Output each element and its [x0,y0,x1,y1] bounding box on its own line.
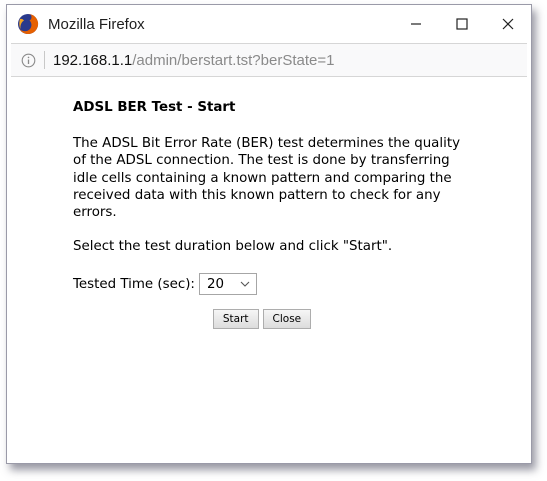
minimize-icon [411,23,421,25]
info-icon[interactable] [21,53,36,68]
minimize-button[interactable] [393,5,439,43]
action-buttons: Start Close [73,309,451,330]
start-button[interactable]: Start [212,309,259,330]
url-bar[interactable]: 192.168.1.1 /admin/berstart.tst?berState… [11,43,527,77]
url-host: 192.168.1.1 [53,51,133,69]
chevron-down-icon [240,282,250,288]
page-title: ADSL BER Test - Start [73,100,236,115]
browser-popup-window: Mozilla Firefox 192.168.1.1 /admin/berst… [6,4,532,464]
close-button[interactable] [485,5,531,43]
maximize-button[interactable] [439,5,485,43]
tested-time-row: Tested Time (sec): 20 [73,273,493,296]
window-controls [393,5,531,43]
window-title: Mozilla Firefox [48,15,145,33]
close-page-button[interactable]: Close [262,309,312,330]
maximize-icon [456,18,468,30]
close-icon [502,18,514,30]
firefox-logo-icon [17,13,39,35]
title-bar[interactable]: Mozilla Firefox [7,5,531,43]
tested-time-label: Tested Time (sec): [73,276,195,292]
instruction-text: Select the test duration below and click… [73,239,393,255]
url-separator [44,51,45,69]
page-content: ADSL BER Test - Start The ADSL Bit Error… [73,99,493,330]
description-text: The ADSL Bit Error Rate (BER) test deter… [73,136,461,221]
tested-time-select[interactable]: 20 [198,273,257,296]
url-path: /admin/berstart.tst?berState=1 [132,51,335,69]
tested-time-value: 20 [206,276,224,292]
